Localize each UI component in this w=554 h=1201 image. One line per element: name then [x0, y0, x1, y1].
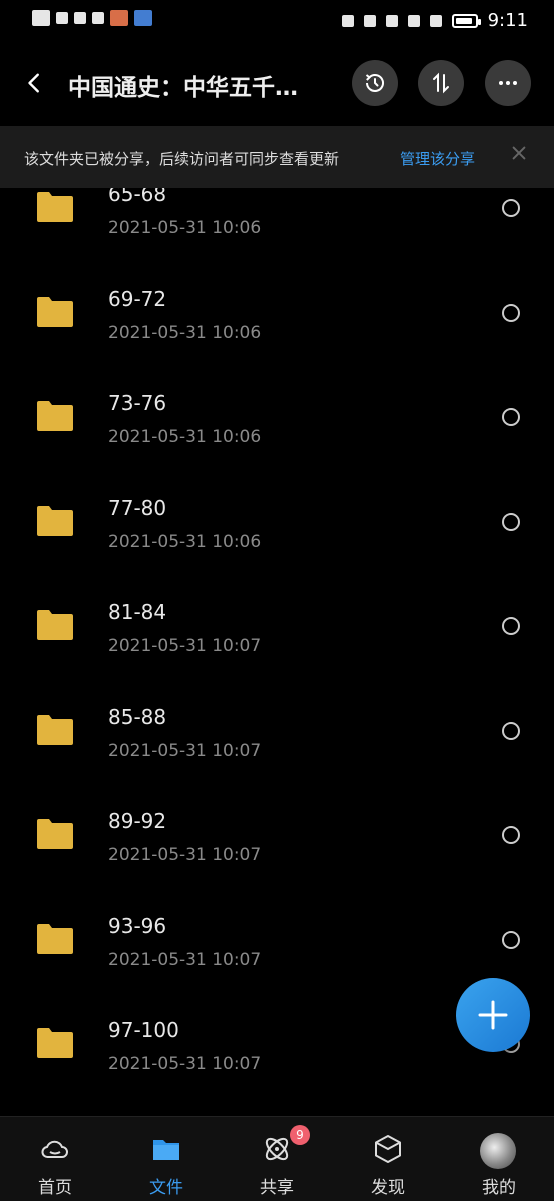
tab-files[interactable]: 文件: [111, 1117, 221, 1201]
tab-home[interactable]: 首页: [0, 1117, 110, 1201]
bluetooth-icon: [407, 14, 420, 27]
file-list-item[interactable]: 81-84 2021-05-31 10:07: [0, 560, 554, 664]
folder-icon: [37, 610, 73, 640]
eye-icon: [341, 14, 354, 27]
file-name: 77-80: [108, 495, 167, 520]
back-button[interactable]: [22, 65, 48, 101]
sort-button[interactable]: [418, 60, 464, 106]
tab-home-label: 首页: [38, 1178, 72, 1198]
file-date: 2021-05-31 10:07: [108, 845, 262, 865]
page-title: 中国通史：中华五千…: [68, 75, 298, 101]
signal-5g-icon: [56, 12, 68, 24]
folder-icon: [37, 819, 73, 849]
more-icon: [499, 81, 517, 85]
select-radio[interactable]: [502, 303, 520, 322]
select-radio[interactable]: [502, 199, 520, 217]
file-list-item[interactable]: 93-96 2021-05-31 10:07: [0, 874, 554, 978]
status-right-icons: 9:11: [341, 10, 528, 31]
share-notice-banner: 该文件夹已被分享，后续访问者可同步查看更新 管理该分享: [0, 126, 554, 188]
file-list-item[interactable]: 73-76 2021-05-31 10:06: [0, 351, 554, 455]
file-list-item[interactable]: 65-68 2021-05-31 10:06: [0, 188, 554, 246]
folder-icon: [37, 401, 73, 431]
battery-icon: [451, 13, 481, 28]
folder-icon: [37, 505, 73, 536]
status-time: 9:11: [487, 10, 528, 31]
nfc-icon: [363, 14, 376, 27]
select-radio[interactable]: [502, 930, 520, 949]
signal-3g-icon: [74, 12, 86, 24]
tab-files-label: 文件: [149, 1178, 183, 1198]
hd-icon: [32, 10, 50, 26]
app-notification-icon: [110, 10, 128, 26]
file-date: 2021-05-31 10:07: [108, 740, 262, 761]
tab-discover-label: 发现: [371, 1178, 405, 1198]
file-date: 2021-05-31 10:06: [108, 531, 262, 552]
tab-me-label: 我的: [482, 1178, 516, 1198]
alarm-icon: [385, 14, 398, 27]
wifi-icon: [92, 12, 104, 24]
close-icon: [512, 146, 526, 160]
file-list-item[interactable]: 85-88 2021-05-31 10:07: [0, 665, 554, 769]
more-button[interactable]: [485, 60, 531, 106]
folder-icon: [37, 923, 73, 954]
file-date: 2021-05-31 10:07: [108, 636, 262, 656]
close-notice-button[interactable]: [510, 144, 530, 164]
file-name: 85-88: [108, 704, 167, 729]
status-left-icons: [32, 10, 152, 26]
file-list-item[interactable]: 89-92 2021-05-31 10:07: [0, 769, 554, 873]
select-radio[interactable]: [502, 617, 520, 635]
tab-share-label: 共享: [260, 1178, 294, 1198]
tab-me[interactable]: 我的: [444, 1117, 554, 1201]
tab-discover[interactable]: 发现: [333, 1117, 443, 1201]
folder-icon: [37, 1028, 73, 1058]
folder-icon: [153, 1140, 179, 1160]
file-name: 93-96: [108, 913, 167, 938]
file-name: 69-72: [108, 286, 167, 311]
file-date: 2021-05-31 10:07: [108, 949, 262, 970]
bottom-nav: 首页 文件 共享 9 发现 我的: [0, 1116, 554, 1201]
status-bar: 9:11: [0, 0, 554, 40]
folder-icon: [37, 296, 73, 327]
file-list-item[interactable]: 69-72 2021-05-31 10:06: [0, 247, 554, 351]
history-button[interactable]: [352, 60, 398, 106]
folder-icon: [37, 714, 73, 745]
file-name: 73-76: [108, 391, 167, 415]
app-notification-icon: [134, 10, 152, 26]
select-radio[interactable]: [502, 826, 520, 844]
file-date: 2021-05-31 10:06: [108, 427, 262, 447]
select-radio[interactable]: [502, 512, 520, 531]
add-button[interactable]: [456, 978, 530, 1052]
select-radio[interactable]: [502, 721, 520, 740]
manage-share-link[interactable]: 管理该分享: [400, 148, 475, 169]
file-name: 89-92: [108, 809, 167, 833]
file-name: 65-68: [108, 188, 167, 206]
mute-icon: [429, 14, 442, 27]
tab-share[interactable]: 共享: [222, 1117, 332, 1201]
sort-icon: [433, 72, 449, 94]
select-radio[interactable]: [502, 408, 520, 426]
folder-icon: [37, 192, 73, 222]
avatar: [480, 1133, 516, 1169]
file-date: 2021-05-31 10:06: [108, 322, 262, 343]
header: 中国通史：中华五千…: [0, 48, 554, 118]
file-list: 65-68 2021-05-31 10:06 69-72 2021-05-31 10:…: [0, 188, 554, 1116]
file-name: 97-100: [108, 1018, 179, 1042]
file-date: 2021-05-31 10:06: [108, 218, 262, 238]
plus-icon: [478, 1000, 508, 1030]
cloud-icon: [41, 1140, 68, 1158]
file-list-item[interactable]: 77-80 2021-05-31 10:06: [0, 456, 554, 560]
atom-icon: [265, 1137, 289, 1161]
share-notice-message: 该文件夹已被分享，后续访问者可同步查看更新: [24, 150, 340, 168]
file-date: 2021-05-31 10:07: [108, 1054, 262, 1074]
cube-icon: [375, 1135, 401, 1163]
history-icon: [365, 74, 384, 92]
chevron-left-icon: [28, 73, 39, 93]
file-name: 81-84: [108, 600, 167, 624]
share-badge: 9: [290, 1125, 310, 1145]
